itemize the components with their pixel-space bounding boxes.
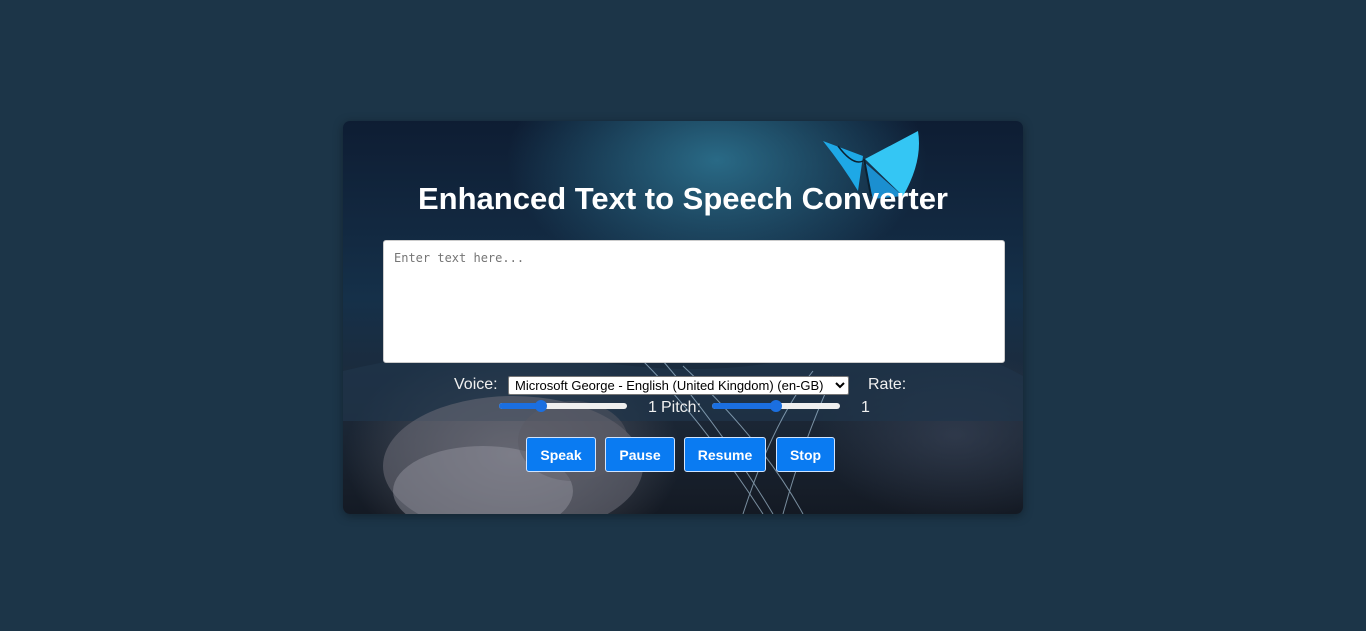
pitch-slider[interactable]: [712, 400, 840, 412]
playback-buttons: Speak Pause Resume Stop: [343, 437, 1023, 474]
converter-card: Enhanced Text to Speech Converter Voice:…: [343, 121, 1023, 514]
voice-controls: Voice: Microsoft George - English (Unite…: [343, 375, 1023, 397]
page-title: Enhanced Text to Speech Converter: [418, 181, 948, 216]
pitch-slider-fill: [712, 403, 776, 409]
rate-value: 1: [648, 399, 657, 416]
slider-controls: 1 Pitch: 1: [343, 397, 1023, 417]
rate-label: Rate:: [868, 376, 907, 393]
pause-button[interactable]: Pause: [605, 437, 675, 472]
pitch-label: Pitch:: [661, 399, 702, 416]
speak-button[interactable]: Speak: [526, 437, 596, 472]
stop-button[interactable]: Stop: [776, 437, 835, 472]
voice-label: Voice:: [454, 376, 498, 393]
voice-select[interactable]: Microsoft George - English (United Kingd…: [508, 376, 849, 395]
text-input[interactable]: [383, 240, 1005, 363]
rate-slider[interactable]: [499, 400, 627, 412]
pitch-slider-thumb[interactable]: [770, 400, 782, 412]
pitch-value: 1: [861, 399, 870, 416]
rate-slider-thumb[interactable]: [535, 400, 548, 412]
resume-button[interactable]: Resume: [684, 437, 766, 472]
